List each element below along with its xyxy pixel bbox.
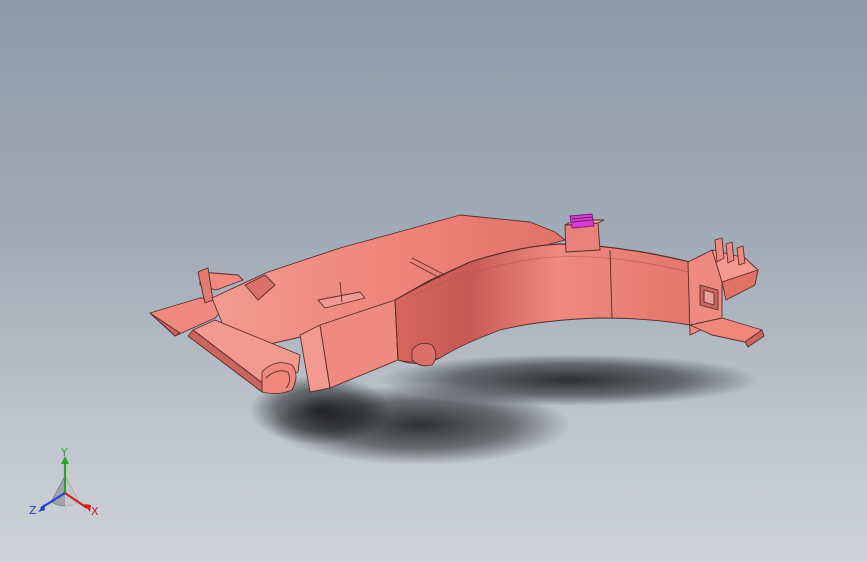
- z-axis-label: Z: [29, 504, 37, 517]
- z-axis-arrow-icon: [38, 504, 45, 512]
- part-model[interactable]: [0, 0, 867, 562]
- x-axis-label: X: [91, 505, 99, 518]
- y-axis-label: Y: [60, 448, 68, 459]
- top-boss: [564, 213, 605, 253]
- right-clip: [687, 237, 765, 348]
- graphics-viewport[interactable]: Y X Z: [0, 0, 867, 562]
- orientation-triad[interactable]: Y X Z: [25, 448, 105, 523]
